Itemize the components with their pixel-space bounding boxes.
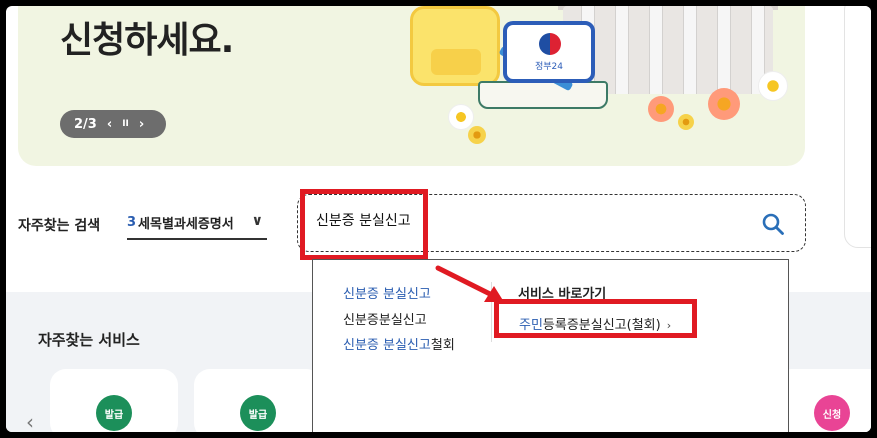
suggestion-item[interactable]: 신분증 분실신고 bbox=[343, 283, 431, 302]
card-label: 정부24 bbox=[534, 62, 563, 72]
service-card[interactable]: 신청 bbox=[776, 369, 871, 432]
gov24-card-illustration: 정부24 bbox=[503, 21, 595, 83]
flower-icon bbox=[678, 114, 694, 130]
pager-pause-button[interactable]: II bbox=[122, 119, 129, 129]
book-illustration bbox=[478, 81, 608, 109]
service-card[interactable]: 발급 bbox=[194, 369, 322, 432]
apply-badge: 신청 bbox=[814, 395, 850, 431]
favorite-search-select[interactable]: 3 세목별과세증명서 ∨ bbox=[127, 206, 267, 240]
flower-icon bbox=[468, 126, 486, 144]
government-seal-icon bbox=[539, 33, 561, 55]
favorite-rank: 3 bbox=[127, 214, 137, 230]
pager-prev-button[interactable]: ‹ bbox=[107, 117, 112, 132]
suggestion-item[interactable]: 신분증 분실신고철회 bbox=[343, 334, 455, 353]
pager-count: 2/3 bbox=[74, 116, 97, 132]
chevron-left-icon[interactable]: ‹ bbox=[26, 410, 34, 432]
search-icon[interactable] bbox=[761, 212, 785, 236]
banner-pager: 2/3 ‹ II › bbox=[60, 110, 166, 138]
issue-badge: 발급 bbox=[96, 395, 132, 431]
autocomplete-dropdown: 신분증 분실신고 신분증분실신고 신분증 분실신고철회 서비스 바로가기 주민등… bbox=[312, 259, 789, 432]
promo-banner[interactable]: 신청하세요. 정부24 2/3 ‹ II › bbox=[18, 6, 805, 166]
flower-icon bbox=[708, 88, 740, 120]
suggestion-item[interactable]: 신분증분실신고 bbox=[343, 309, 427, 328]
favorite-search-label: 자주찾는 검색 bbox=[18, 218, 101, 234]
pointer-arrow-icon bbox=[435, 265, 504, 302]
service-card[interactable]: 발급 bbox=[50, 369, 178, 432]
flower-icon bbox=[758, 71, 788, 101]
service-link-highlight bbox=[494, 299, 697, 338]
chevron-down-icon: ∨ bbox=[251, 213, 263, 229]
flower-icon bbox=[648, 96, 674, 122]
banner-headline: 신청하세요. bbox=[60, 20, 234, 61]
page-frame: 신청하세요. 정부24 2/3 ‹ II › 자주찾는 검색 3 세목별과세증명… bbox=[6, 6, 871, 432]
frequent-services-title: 자주찾는 서비스 bbox=[38, 331, 140, 349]
flower-icon bbox=[448, 104, 474, 130]
backpack-illustration bbox=[410, 6, 500, 86]
issue-badge: 발급 bbox=[240, 395, 276, 431]
favorite-keyword: 세목별과세증명서 bbox=[138, 216, 234, 232]
search-query-highlight bbox=[300, 189, 428, 260]
pager-next-button[interactable]: › bbox=[139, 117, 144, 132]
side-panel-card bbox=[844, 6, 871, 248]
